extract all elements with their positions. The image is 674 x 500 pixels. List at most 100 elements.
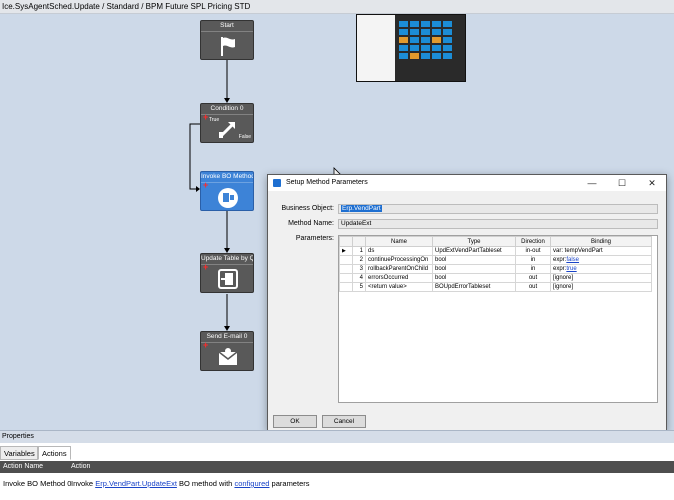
invoke-node-title: Invoke BO Method — [201, 172, 253, 183]
param-type-cell[interactable]: bool — [432, 264, 516, 274]
send-email-node[interactable]: Send E-mail 0 + — [200, 331, 254, 371]
param-type-cell[interactable]: bool — [432, 255, 516, 265]
window-title: Ice.SysAgentSched.Update / Standard / BP… — [0, 0, 674, 14]
action-name-column-header[interactable]: Action Name — [3, 461, 43, 473]
add-icon[interactable]: + — [203, 341, 208, 350]
invoke-bo-method-node[interactable]: Invoke BO Method + — [200, 171, 254, 211]
table-row[interactable]: 4 errorsOccurred bool out [ignore] — [339, 273, 652, 283]
email-node-title: Send E-mail 0 — [201, 332, 253, 343]
table-row[interactable]: 5 <return value> BOUpdErrorTableset out [ign… — [339, 282, 652, 292]
action-text: parameters — [269, 479, 310, 488]
param-name-cell[interactable]: rollbackParentOnChild — [365, 264, 433, 274]
param-binding-cell[interactable]: expr:true — [550, 264, 652, 274]
param-direction-cell[interactable]: out — [515, 273, 551, 283]
binding-text: [ignore] — [553, 284, 574, 290]
properties-panel: Properties Variables Actions Action Name… — [0, 430, 674, 500]
action-cell: Invoke Erp.VendPart.UpdateExt BO method … — [71, 477, 310, 491]
business-object-value: Erp.VendPart — [341, 205, 382, 212]
table-row[interactable]: Invoke BO Method 0 Invoke Erp.VendPart.U… — [0, 477, 674, 491]
action-column-header[interactable]: Action — [71, 461, 90, 473]
param-binding-cell[interactable]: [ignore] — [550, 273, 652, 283]
screenshot-thumbnail — [356, 14, 466, 82]
parameters-label: Parameters: — [295, 235, 334, 242]
row-number[interactable]: 5 — [352, 282, 366, 292]
column-header[interactable]: Type — [432, 236, 516, 247]
dialog-title: Setup Method Parameters — [286, 179, 368, 186]
param-type-cell[interactable]: UpdExtVendPartTableset — [432, 246, 516, 256]
row-indicator — [339, 273, 353, 283]
method-name-label: Method Name: — [288, 220, 334, 227]
param-name-cell[interactable]: ds — [365, 246, 433, 256]
invoke-method-icon — [218, 188, 238, 208]
method-name-field[interactable]: UpdateExt — [338, 219, 658, 229]
column-header[interactable]: Direction — [515, 236, 551, 247]
action-text: Invoke — [71, 479, 96, 488]
table-row[interactable]: 3 rollbackParentOnChild bool in expr:true — [339, 264, 652, 274]
row-indicator — [339, 255, 353, 265]
tab-variables[interactable]: Variables — [0, 446, 38, 460]
method-link[interactable]: Erp.VendPart.UpdateExt — [95, 479, 177, 488]
binding-text: expr: — [553, 257, 567, 263]
add-icon[interactable]: + — [203, 181, 208, 190]
start-node-title: Start — [201, 21, 253, 32]
column-header[interactable]: Binding — [550, 236, 652, 247]
properties-header: Properties — [0, 430, 674, 443]
param-name-cell[interactable]: <return value> — [365, 282, 433, 292]
condition-icon — [219, 122, 235, 138]
table-row[interactable]: ▶ 1 ds UpdExtVendPartTableset in-out var: tem… — [339, 246, 652, 256]
param-direction-cell[interactable]: out — [515, 282, 551, 292]
param-type-cell[interactable]: bool — [432, 273, 516, 283]
param-direction-cell[interactable]: in — [515, 264, 551, 274]
add-icon[interactable]: + — [203, 113, 208, 122]
setup-method-parameters-dialog[interactable]: Setup Method Parameters — ☐ ✕ Business O… — [267, 174, 667, 431]
param-binding-cell[interactable]: var: tempVendPart — [550, 246, 652, 256]
business-object-field[interactable]: Erp.VendPart — [338, 204, 658, 214]
dialog-titlebar[interactable]: Setup Method Parameters — ☐ ✕ — [268, 175, 666, 191]
configured-link[interactable]: configured — [234, 479, 269, 488]
row-pointer-icon: ▶ — [339, 246, 353, 256]
binding-text: var: tempVendPart — [553, 248, 603, 254]
row-number-header — [352, 236, 366, 247]
tab-actions[interactable]: Actions — [38, 446, 71, 460]
binding-text: expr: — [553, 266, 567, 272]
table-row[interactable]: 2 continueProcessingOn bool in expr:false — [339, 255, 652, 265]
param-direction-cell[interactable]: in-out — [515, 246, 551, 256]
row-number[interactable]: 3 — [352, 264, 366, 274]
parameters-grid[interactable]: Name Type Direction Binding ▶ 1 ds UpdExtVe… — [338, 235, 658, 403]
binding-link[interactable]: true — [566, 266, 576, 272]
column-header[interactable]: Name — [365, 236, 433, 247]
param-binding-cell[interactable]: [ignore] — [550, 282, 652, 292]
update-table-node[interactable]: Update Table by Q + — [200, 253, 254, 293]
action-name-cell: Invoke BO Method 0 — [3, 479, 72, 488]
param-name-cell[interactable]: errorsOccurred — [365, 273, 433, 283]
param-type-cell[interactable]: BOUpdErrorTableset — [432, 282, 516, 292]
update-table-icon — [218, 269, 238, 289]
cancel-button[interactable]: Cancel — [322, 415, 366, 428]
maximize-icon[interactable]: ☐ — [610, 175, 634, 191]
start-node[interactable]: Start — [200, 20, 254, 60]
minimize-icon[interactable]: — — [580, 175, 604, 191]
add-icon[interactable]: + — [203, 263, 208, 272]
condition-node-title: Condition 0 — [201, 104, 253, 115]
action-text: BO method with — [176, 479, 235, 488]
parameters-table: Name Type Direction Binding ▶ 1 ds UpdExtVe… — [339, 236, 652, 292]
row-indicator-header — [339, 236, 353, 247]
false-label: False — [238, 134, 251, 140]
param-binding-cell[interactable]: expr:false — [550, 255, 652, 265]
app-icon — [273, 179, 281, 187]
row-indicator — [339, 264, 353, 274]
close-icon[interactable]: ✕ — [640, 175, 664, 191]
business-object-label: Business Object: — [281, 205, 334, 212]
binding-text: [ignore] — [553, 275, 574, 281]
row-number[interactable]: 2 — [352, 255, 366, 265]
param-name-cell[interactable]: continueProcessingOn — [365, 255, 433, 265]
row-number[interactable]: 1 — [352, 246, 366, 256]
binding-link[interactable]: false — [566, 257, 579, 263]
flag-icon — [221, 37, 235, 56]
condition-node[interactable]: Condition 0 + True False — [200, 103, 254, 143]
row-indicator — [339, 282, 353, 292]
email-icon — [218, 348, 238, 365]
param-direction-cell[interactable]: in — [515, 255, 551, 265]
row-number[interactable]: 4 — [352, 273, 366, 283]
ok-button[interactable]: OK — [273, 415, 317, 428]
